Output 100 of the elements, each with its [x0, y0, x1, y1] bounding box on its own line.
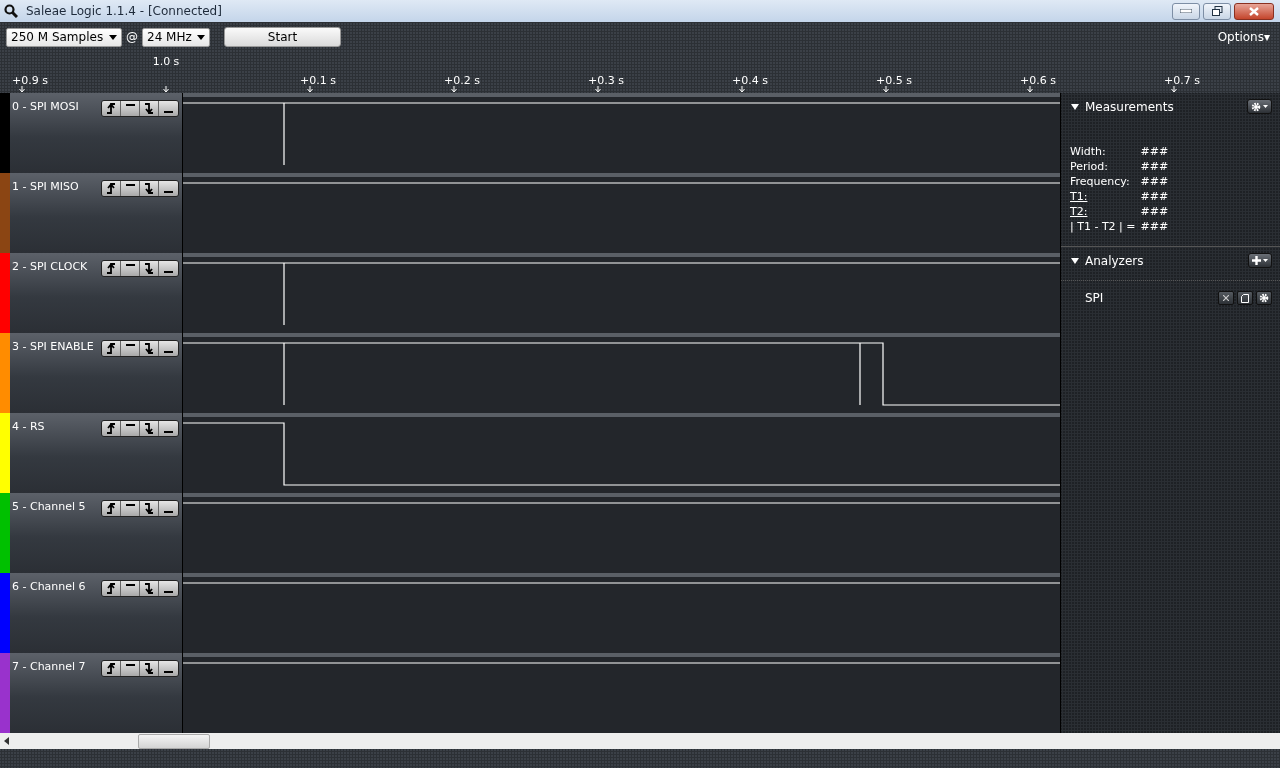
time-tick-label: +0.4 s — [732, 74, 768, 87]
falling-edge-trigger-button[interactable] — [140, 261, 159, 276]
rising-edge-icon — [106, 503, 116, 514]
falling-edge-icon — [144, 103, 154, 114]
rising-edge-icon — [106, 663, 116, 674]
channel-name: 6 - Channel 6 — [12, 580, 86, 593]
falling-edge-trigger-button[interactable] — [140, 501, 159, 516]
analyzers-header[interactable]: Analyzers — [1071, 253, 1144, 268]
rising-edge-trigger-button[interactable] — [102, 101, 121, 116]
falling-edge-icon — [144, 343, 154, 354]
magnifier-icon — [4, 4, 18, 18]
close-button[interactable] — [1234, 2, 1274, 20]
rising-edge-trigger-button[interactable] — [102, 341, 121, 356]
falling-edge-trigger-button[interactable] — [140, 341, 159, 356]
falling-edge-icon — [144, 503, 154, 514]
rate-dropdown[interactable]: 24 MHz — [142, 27, 210, 47]
falling-edge-icon — [144, 423, 154, 434]
falling-edge-icon — [144, 183, 154, 194]
tick-arrow-icon — [162, 86, 170, 92]
time-tick-label: +0.6 s — [1020, 74, 1056, 87]
time-tick-label: +0.7 s — [1164, 74, 1200, 87]
falling-edge-icon — [144, 583, 154, 594]
plus-icon — [1252, 256, 1261, 265]
horizontal-scrollbar[interactable] — [0, 733, 1280, 749]
falling-edge-icon — [144, 663, 154, 674]
measurements-header[interactable]: Measurements — [1071, 99, 1174, 114]
start-button[interactable]: Start — [224, 27, 341, 47]
high-level-trigger-button[interactable] — [121, 341, 140, 356]
tick-arrow-icon — [306, 86, 314, 92]
scroll-left-icon[interactable] — [4, 737, 9, 745]
rising-edge-trigger-button[interactable] — [102, 421, 121, 436]
rising-edge-trigger-button[interactable] — [102, 501, 121, 516]
add-analyzer-button[interactable] — [1248, 253, 1272, 268]
falling-edge-trigger-button[interactable] — [140, 661, 159, 676]
caret-icon — [1263, 105, 1268, 108]
falling-edge-trigger-button[interactable] — [140, 101, 159, 116]
rising-edge-trigger-button[interactable] — [102, 661, 121, 676]
absolute-time-label: 1.0 s — [152, 55, 180, 68]
high-level-trigger-button[interactable] — [121, 101, 140, 116]
restore-button[interactable] — [1203, 2, 1231, 20]
options-menu[interactable]: Options▾ — [1213, 30, 1274, 44]
at-sign: @ — [126, 30, 138, 44]
low-level-trigger-button[interactable] — [159, 421, 178, 436]
falling-edge-trigger-button[interactable] — [140, 421, 159, 436]
tick-arrow-icon — [18, 86, 26, 92]
caret-icon — [109, 34, 117, 40]
page-icon — [1241, 293, 1249, 303]
window-title: Saleae Logic 1.1.4 - [Connected] — [26, 4, 223, 18]
low-level-trigger-button[interactable] — [159, 101, 178, 116]
rising-edge-trigger-button[interactable] — [102, 181, 121, 196]
high-level-trigger-button[interactable] — [121, 181, 140, 196]
rising-edge-icon — [106, 103, 116, 114]
time-tick-label: +0.3 s — [588, 74, 624, 87]
tick-arrow-icon — [1170, 86, 1178, 92]
rising-edge-trigger-button[interactable] — [102, 261, 121, 276]
measurement-label[interactable]: T2: — [1070, 204, 1136, 219]
rising-edge-icon — [106, 343, 116, 354]
expand-triangle-icon — [1071, 257, 1079, 264]
channel-name: 5 - Channel 5 — [12, 500, 86, 513]
restore-icon — [1211, 6, 1223, 16]
rising-edge-icon — [106, 583, 116, 594]
falling-edge-trigger-button[interactable] — [140, 181, 159, 196]
time-tick-label: +0.1 s — [300, 74, 336, 87]
low-level-trigger-button[interactable] — [159, 341, 178, 356]
minimize-icon — [1180, 9, 1192, 13]
high-level-trigger-button[interactable] — [121, 501, 140, 516]
high-level-trigger-button[interactable] — [121, 661, 140, 676]
measurement-label: Period: — [1070, 159, 1109, 174]
tick-arrow-icon — [882, 86, 890, 92]
measurement-value: ### — [1140, 174, 1170, 189]
rising-edge-icon — [106, 263, 116, 274]
falling-edge-icon — [144, 263, 154, 274]
tick-arrow-icon — [738, 86, 746, 92]
gear-icon — [1259, 293, 1269, 303]
falling-edge-trigger-button[interactable] — [140, 581, 159, 596]
channel-name: 3 - SPI ENABLE — [12, 340, 94, 353]
close-button[interactable] — [1218, 291, 1234, 305]
settings-button[interactable] — [1256, 291, 1272, 305]
measurement-value: ### — [1140, 159, 1170, 174]
samples-dropdown[interactable]: 250 M Samples — [6, 27, 122, 47]
measurement-value: ### — [1140, 144, 1170, 159]
measurement-label: Width: — [1070, 144, 1107, 159]
channel-name: 2 - SPI CLOCK — [12, 260, 88, 273]
measurement-value: ### — [1140, 189, 1170, 204]
page-icon-button[interactable] — [1237, 291, 1253, 305]
high-level-trigger-button[interactable] — [121, 581, 140, 596]
scrollbar-thumb[interactable] — [138, 734, 210, 749]
low-level-trigger-button[interactable] — [159, 181, 178, 196]
measurement-label[interactable]: T1: — [1070, 189, 1136, 204]
high-level-trigger-button[interactable] — [121, 261, 140, 276]
settings-dropdown-button[interactable] — [1247, 99, 1272, 114]
low-level-trigger-button[interactable] — [159, 581, 178, 596]
low-level-trigger-button[interactable] — [159, 501, 178, 516]
tick-arrow-icon — [450, 86, 458, 92]
low-level-trigger-button[interactable] — [159, 261, 178, 276]
high-level-trigger-button[interactable] — [121, 421, 140, 436]
low-level-trigger-button[interactable] — [159, 661, 178, 676]
rising-edge-trigger-button[interactable] — [102, 581, 121, 596]
expand-triangle-icon — [1071, 103, 1079, 110]
rising-edge-icon — [106, 423, 116, 434]
